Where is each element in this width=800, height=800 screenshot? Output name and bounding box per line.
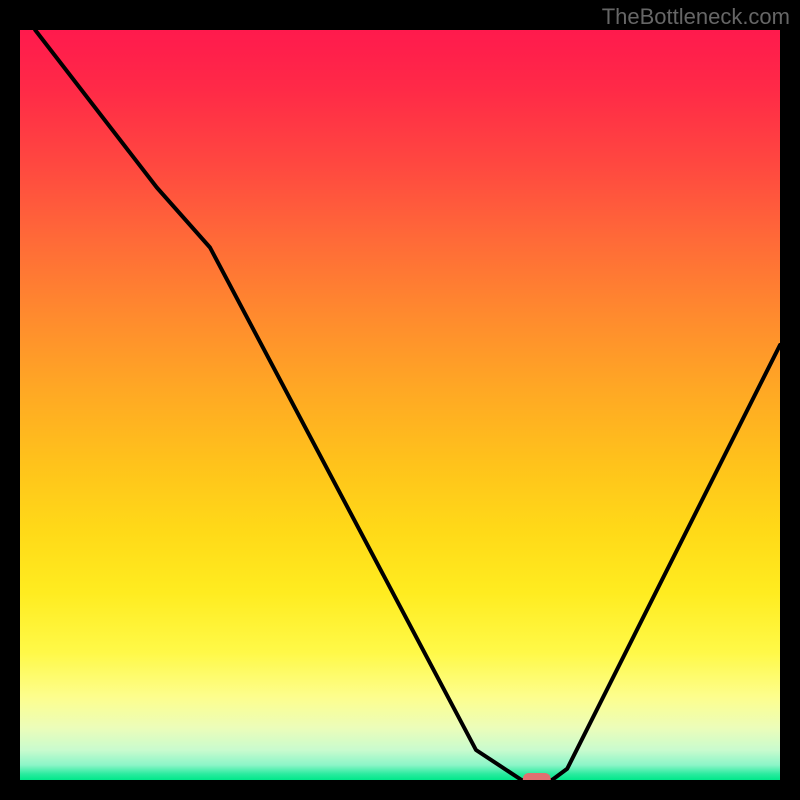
minimum-marker (523, 773, 551, 780)
curve-svg (20, 30, 780, 780)
bottleneck-curve-path (35, 30, 780, 780)
watermark-text: TheBottleneck.com (602, 4, 790, 30)
plot-area (20, 30, 780, 780)
chart-container: TheBottleneck.com (0, 0, 800, 800)
